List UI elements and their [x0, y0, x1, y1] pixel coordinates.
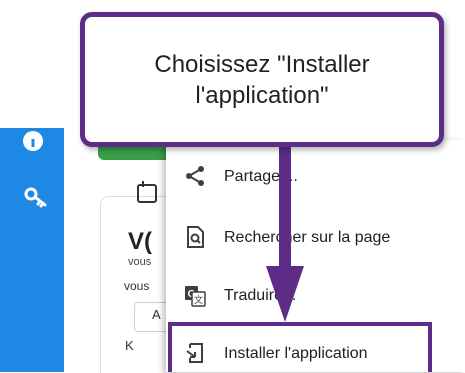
card-text-line: vous [124, 279, 150, 293]
menu-item-find-in-page[interactable]: Rechercher sur la page [224, 229, 390, 247]
find-in-page-icon[interactable] [184, 226, 206, 248]
info-icon[interactable] [22, 130, 44, 152]
translate-icon[interactable]: G 文 [184, 285, 206, 307]
calendar-icon [137, 181, 157, 203]
sidebar [0, 128, 64, 372]
callout-text: Choisissez "Installer l'application" [154, 50, 370, 109]
instruction-callout: Choisissez "Installer l'application" [80, 12, 444, 147]
install-highlight-frame [168, 322, 432, 372]
svg-text:文: 文 [194, 294, 203, 306]
card-button-label: A [152, 307, 161, 322]
menu-item-translate[interactable]: Traduire... [224, 287, 296, 305]
menu-item-share[interactable]: Partager... [224, 168, 298, 186]
share-icon[interactable] [184, 165, 206, 187]
key-icon[interactable] [24, 186, 50, 208]
card-text-line: vous [128, 256, 152, 268]
card-title: V( [128, 228, 152, 255]
card-text-letter: K [125, 338, 134, 353]
